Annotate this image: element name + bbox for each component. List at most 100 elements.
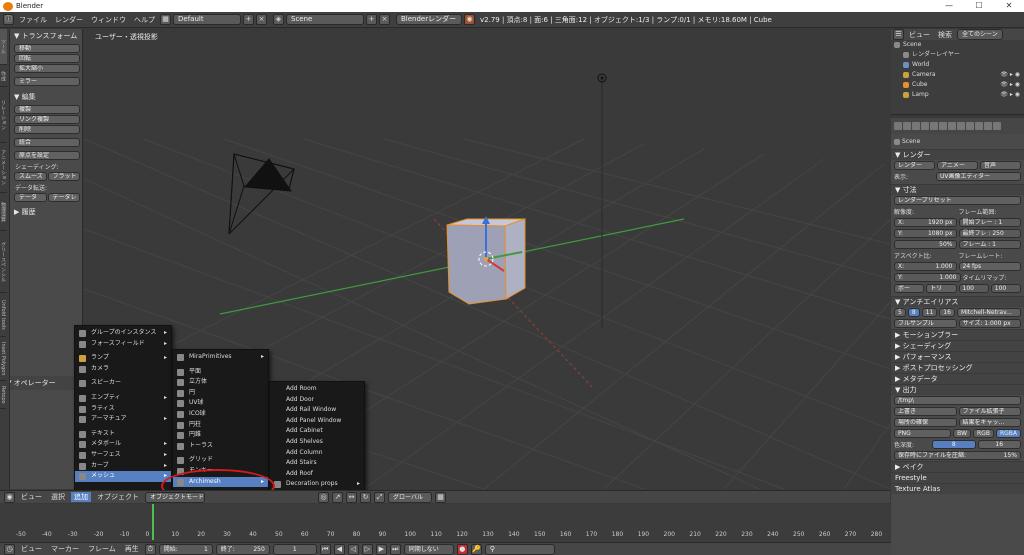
render-layers-tab-icon[interactable] xyxy=(903,122,911,130)
constraints-tab-icon[interactable] xyxy=(939,122,947,130)
range-icon[interactable]: ⏱ xyxy=(144,543,156,555)
filter-size-field[interactable]: サイズ: 1.000 px xyxy=(958,319,1021,328)
translate-manip-icon[interactable]: ↔ xyxy=(346,491,357,503)
object-tab-icon[interactable] xyxy=(930,122,938,130)
start-frame-field[interactable]: 開始: 1 xyxy=(158,543,213,555)
menu-item-add-roof[interactable]: Add Roof xyxy=(270,469,364,480)
render-audio-button[interactable]: 音声 xyxy=(980,161,1021,170)
output-panel-header[interactable]: ▼ 出力 xyxy=(891,384,1024,395)
tab-grease-pencil[interactable]: グリースペンシル xyxy=(0,231,7,293)
maximize-button[interactable]: ☐ xyxy=(964,0,994,12)
output-path-field[interactable]: /tmp\ xyxy=(894,396,1021,405)
current-frame-field[interactable]: 1 xyxy=(272,543,317,555)
texture-tab-icon[interactable] xyxy=(975,122,983,130)
menu-item-add-room[interactable]: Add Room xyxy=(270,384,364,395)
resolution-x-field[interactable]: X: 1920 px xyxy=(894,218,957,227)
layout-add-icon[interactable]: + xyxy=(243,14,254,25)
menu-item-text[interactable]: テキスト xyxy=(75,429,171,440)
material-tab-icon[interactable] xyxy=(966,122,974,130)
prev-key-icon[interactable]: ◀ xyxy=(333,543,345,555)
outliner-row-lamp[interactable]: Lamp 👁 ▸ ◉ xyxy=(891,90,1024,100)
keying-set-field[interactable]: ⚲ xyxy=(484,543,555,555)
menu-item-add-shelves[interactable]: Add Shelves xyxy=(270,437,364,448)
menu-item-plane[interactable]: 平面 xyxy=(173,367,268,378)
layer-icon[interactable]: ▦ xyxy=(435,491,446,503)
translate-button[interactable]: 移動 xyxy=(14,44,80,53)
outliner-row-scene[interactable]: Scene xyxy=(891,40,1024,50)
visibility-icons[interactable]: 👁 ▸ ◉ xyxy=(1000,90,1020,100)
menu-item-miraprimitives[interactable]: MiraPrimitives ▸ xyxy=(173,352,268,363)
mirror-button[interactable]: ミラー xyxy=(14,77,80,86)
menu-item-ico-sphere[interactable]: ICO球 xyxy=(173,409,268,420)
menu-object[interactable]: オブジェクト xyxy=(94,492,142,502)
manipulator-icon[interactable]: ↗ xyxy=(332,491,343,503)
crop-checkbox[interactable]: トリ xyxy=(926,284,957,293)
menu-item-add-stairs[interactable]: Add Stairs xyxy=(270,458,364,469)
duplicate-button[interactable]: 複製 xyxy=(14,105,80,114)
layout-icon[interactable]: ▦ xyxy=(160,14,171,25)
menu-item-circle[interactable]: 円 xyxy=(173,388,268,399)
scale-button[interactable]: 拡大縮小 xyxy=(14,64,80,73)
world-tab-icon[interactable] xyxy=(921,122,929,130)
pivot-icon[interactable]: ◎ xyxy=(318,491,329,503)
scale-manip-icon[interactable]: ⤢ xyxy=(374,491,385,503)
visibility-icons[interactable]: 👁 ▸ ◉ xyxy=(1000,70,1020,80)
editor-type-icon[interactable]: ⓘ xyxy=(3,14,14,25)
play-icon[interactable]: ▷ xyxy=(361,543,373,555)
freestyle-panel-header[interactable]: Freestyle xyxy=(891,472,1024,483)
menu-item-add-cabinet[interactable]: Add Cabinet xyxy=(270,426,364,437)
performance-panel-header[interactable]: ▶ パフォーマンス xyxy=(891,351,1024,362)
next-key-icon[interactable]: ▶ xyxy=(375,543,387,555)
scene-add-icon[interactable]: + xyxy=(366,14,377,25)
timeline-menu-marker[interactable]: マーカー xyxy=(48,544,82,554)
texture-atlas-panel-header[interactable]: Texture Atlas xyxy=(891,483,1024,494)
depth-8-button[interactable]: 8 xyxy=(932,440,976,449)
antialiasing-panel-header[interactable]: ▼ アンチエイリアス xyxy=(891,296,1024,307)
tab-physics[interactable]: 物理演算 xyxy=(0,193,7,231)
aspect-x-field[interactable]: X: 1.000 xyxy=(894,262,957,271)
outliner-menu-search[interactable]: 検索 xyxy=(935,30,955,40)
frame-end-field[interactable]: 最終フレ : 250 xyxy=(958,229,1021,238)
layout-field[interactable]: Default xyxy=(173,14,241,25)
end-frame-field[interactable]: 終了: 250 xyxy=(215,543,270,555)
menu-item-camera[interactable]: カメラ xyxy=(75,364,171,375)
color-rgb-button[interactable]: RGB xyxy=(973,429,994,438)
depth-16-button[interactable]: 16 xyxy=(977,440,1021,449)
rotate-manip-icon[interactable]: ↻ xyxy=(360,491,371,503)
menu-item-mesh[interactable]: メッシュ ▸ xyxy=(75,471,171,482)
keying-icon[interactable]: 🔑 xyxy=(470,543,482,555)
menu-item-lattice[interactable]: ラティス xyxy=(75,404,171,415)
outliner-display-mode[interactable]: 全てのシーン xyxy=(957,29,1003,40)
data-tab-icon[interactable] xyxy=(957,122,965,130)
jump-start-icon[interactable]: ⏮ xyxy=(319,543,331,555)
menu-item-add-panel-window[interactable]: Add Panel Window xyxy=(270,416,364,427)
aa-samples-16[interactable]: 16 xyxy=(939,308,955,317)
tab-tools[interactable]: ツール xyxy=(0,29,7,65)
aa-samples-8[interactable]: 8 xyxy=(907,308,920,317)
rotate-button[interactable]: 回転 xyxy=(14,54,80,63)
outliner-type-icon[interactable]: ☰ xyxy=(893,29,904,40)
physics-tab-icon[interactable] xyxy=(993,122,1001,130)
resolution-percent-field[interactable]: 50% xyxy=(894,240,957,249)
timeline-menu-view[interactable]: ビュー xyxy=(18,544,45,554)
record-icon[interactable]: ● xyxy=(456,543,468,555)
display-select[interactable]: UV画像エディター xyxy=(936,172,1021,181)
orientation-select[interactable]: グローバル xyxy=(388,491,432,503)
editor-type-timeline-icon[interactable]: ◷ xyxy=(4,543,15,555)
placeholders-checkbox[interactable]: 場所の確保 xyxy=(894,418,957,427)
aa-filter-select[interactable]: Mitchell-Netrav... xyxy=(956,308,1021,317)
render-engine-select[interactable]: Blenderレンダー xyxy=(396,14,462,25)
resolution-y-field[interactable]: Y: 1080 px xyxy=(894,229,957,238)
jump-end-icon[interactable]: ⏭ xyxy=(389,543,401,555)
render-tab-icon[interactable] xyxy=(894,122,902,130)
cube-object[interactable] xyxy=(446,216,526,305)
menu-item-cylinder[interactable]: 円柱 xyxy=(173,420,268,431)
timeline-menu-frame[interactable]: フレーム xyxy=(85,544,119,554)
render-preset-select[interactable]: レンダープリセット xyxy=(894,196,1021,205)
menu-item-add-rail-window[interactable]: Add Rail Window xyxy=(270,405,364,416)
menu-view[interactable]: ビュー xyxy=(18,492,45,502)
duplicate-linked-button[interactable]: リンク複製 xyxy=(14,115,80,124)
menu-item-force-field[interactable]: フォースフィールド ▸ xyxy=(75,339,171,350)
outliner-row-render-layers[interactable]: レンダーレイヤー xyxy=(891,50,1024,60)
border-checkbox[interactable]: ボー xyxy=(894,284,925,293)
